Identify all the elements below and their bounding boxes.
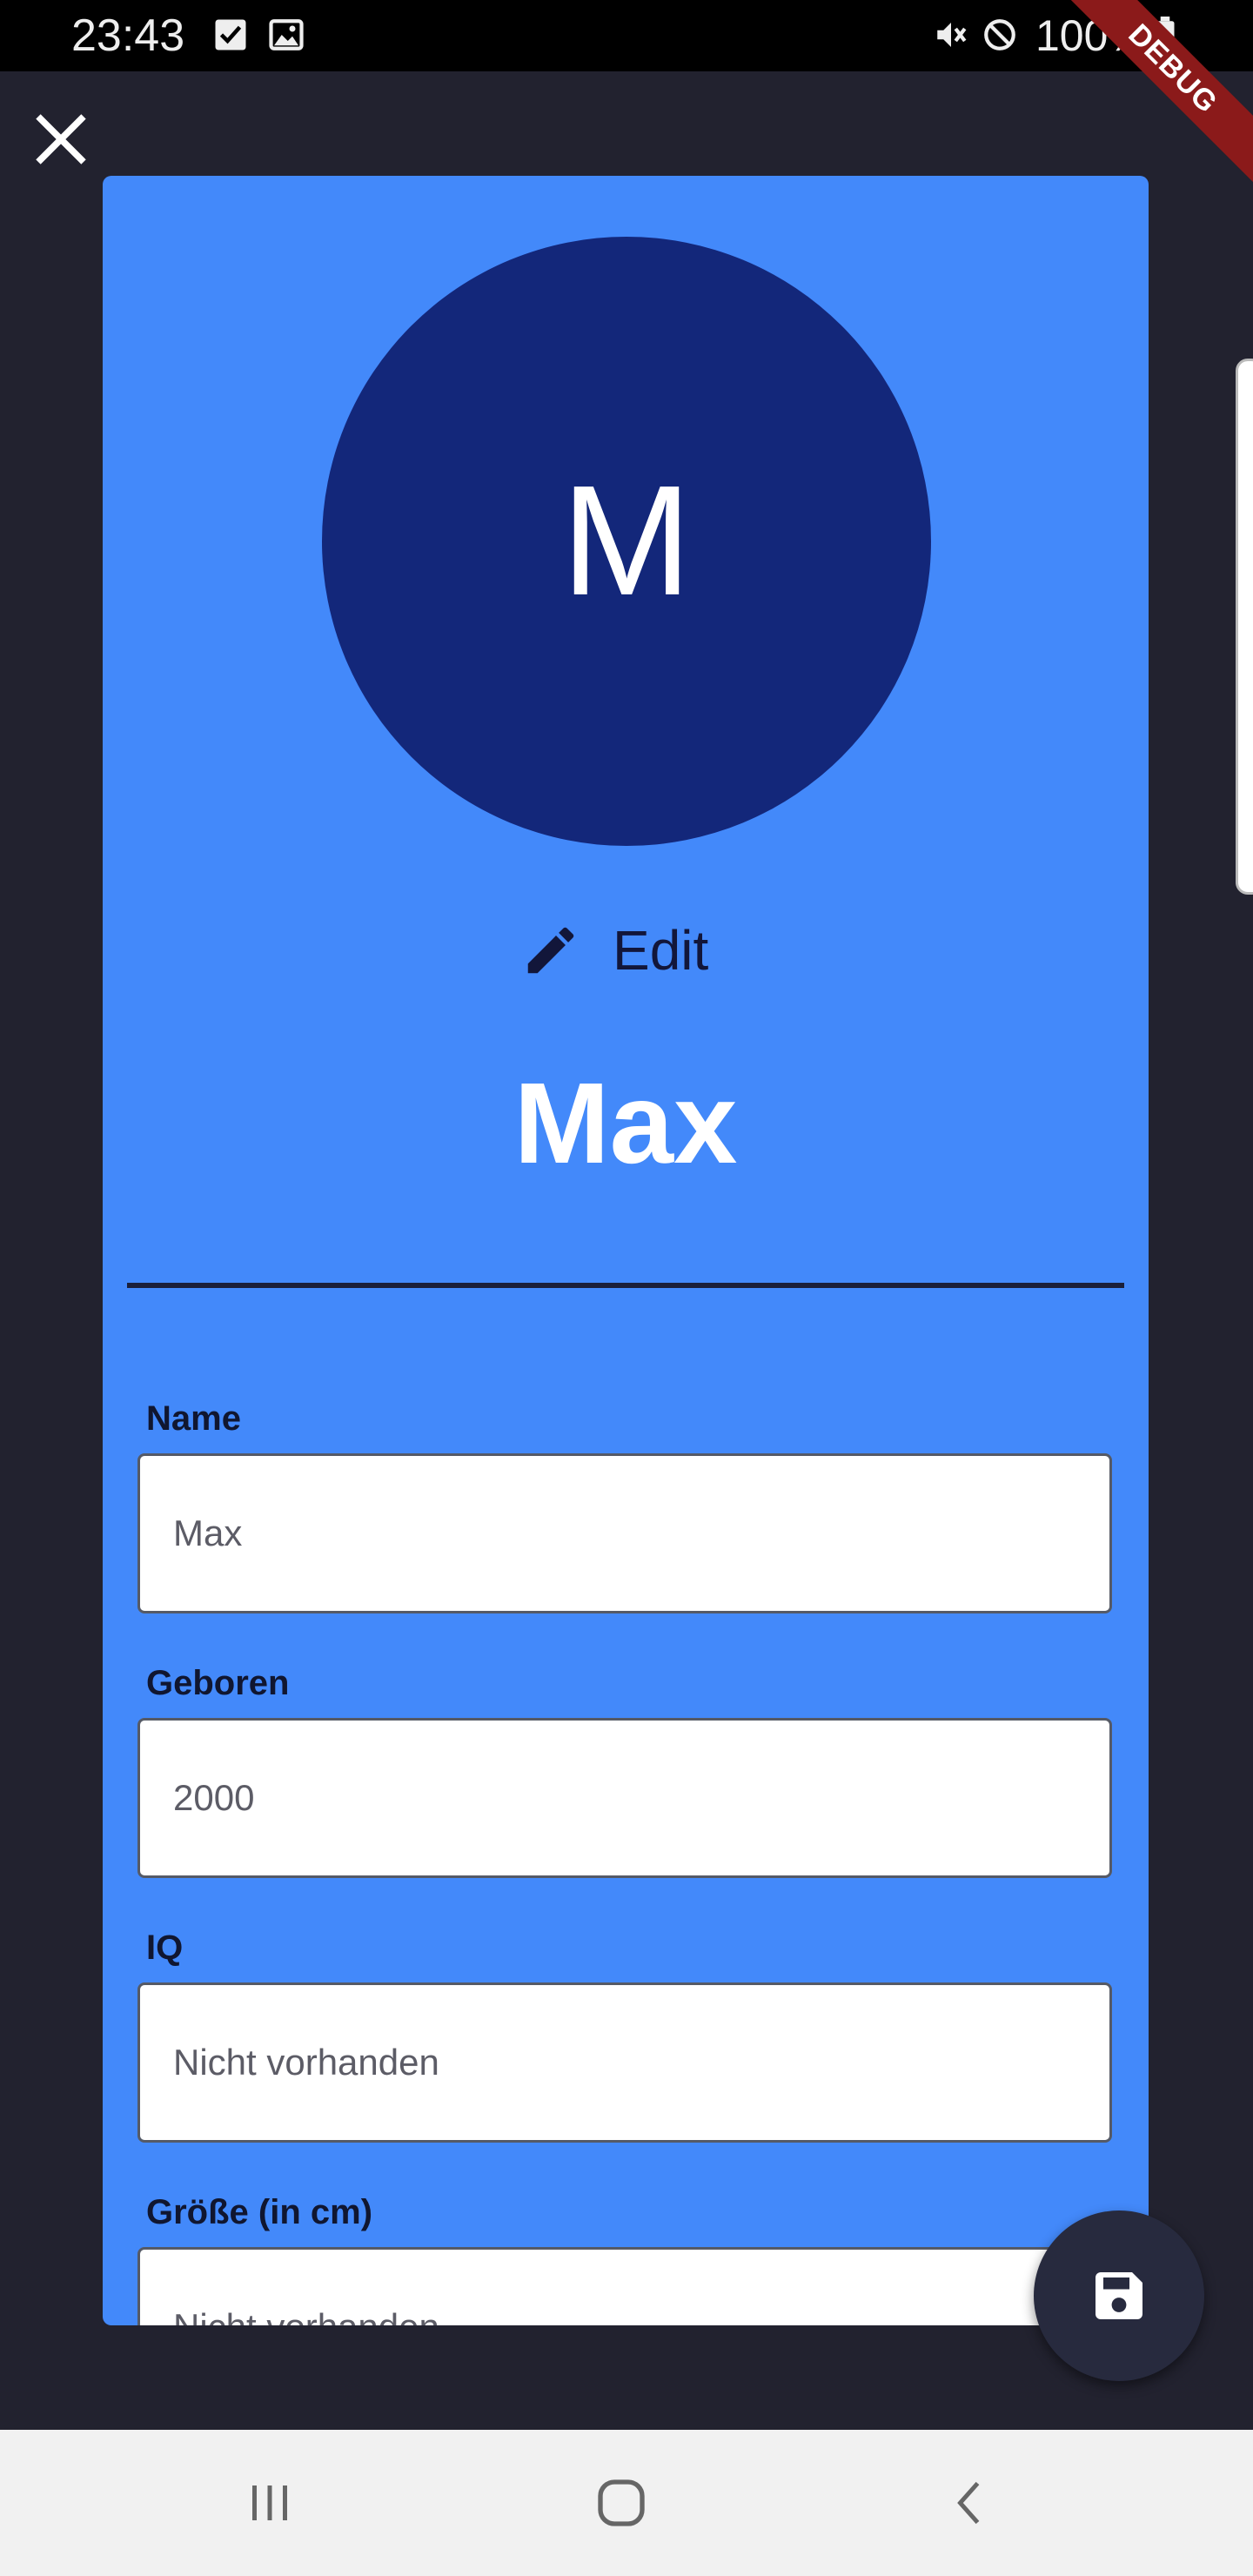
back-icon xyxy=(957,2481,980,2525)
navigation-bar xyxy=(0,2430,1253,2576)
image-notification-icon xyxy=(269,19,304,50)
app-screen: 23:43 100% DEBUG M Edit Max Name Max Geb… xyxy=(0,0,1253,2576)
mute-icon xyxy=(937,23,967,47)
height-field-label: Größe (in cm) xyxy=(146,2193,373,2231)
birth-year-field-label: Geboren xyxy=(146,1664,290,1702)
name-field-label: Name xyxy=(146,1399,241,1438)
recent-apps-button[interactable] xyxy=(226,2459,313,2546)
do-not-disturb-icon xyxy=(984,19,1015,50)
close-icon xyxy=(36,114,86,164)
recent-apps-icon xyxy=(252,2485,287,2520)
edit-label: Edit xyxy=(613,919,709,982)
divider xyxy=(127,1283,1124,1288)
save-button[interactable] xyxy=(1034,2210,1204,2381)
checkbox-notification-icon xyxy=(215,19,246,50)
back-button[interactable] xyxy=(928,2459,1015,2546)
home-icon xyxy=(598,2479,645,2526)
edge-panel-handle[interactable] xyxy=(1236,359,1253,895)
iq-field-label: IQ xyxy=(146,1929,184,1967)
home-button[interactable] xyxy=(578,2459,665,2546)
birth-year-field[interactable] xyxy=(137,1718,1112,1878)
status-bar: 23:43 100% xyxy=(0,0,1253,71)
avatar[interactable]: M xyxy=(322,237,931,846)
profile-card: M Edit Max Name Geboren IQ Größe (in cm) xyxy=(103,176,1149,2325)
name-field[interactable] xyxy=(137,1453,1112,1613)
profile-name: Max xyxy=(513,1059,738,1187)
save-icon xyxy=(1096,2272,1142,2319)
status-time: 23:43 xyxy=(71,10,185,61)
close-button[interactable] xyxy=(17,96,104,183)
edit-button[interactable]: Edit xyxy=(520,907,708,994)
avatar-initial: M xyxy=(561,453,692,628)
height-field[interactable] xyxy=(137,2247,1112,2325)
iq-field[interactable] xyxy=(137,1982,1112,2143)
pencil-icon xyxy=(527,927,574,974)
